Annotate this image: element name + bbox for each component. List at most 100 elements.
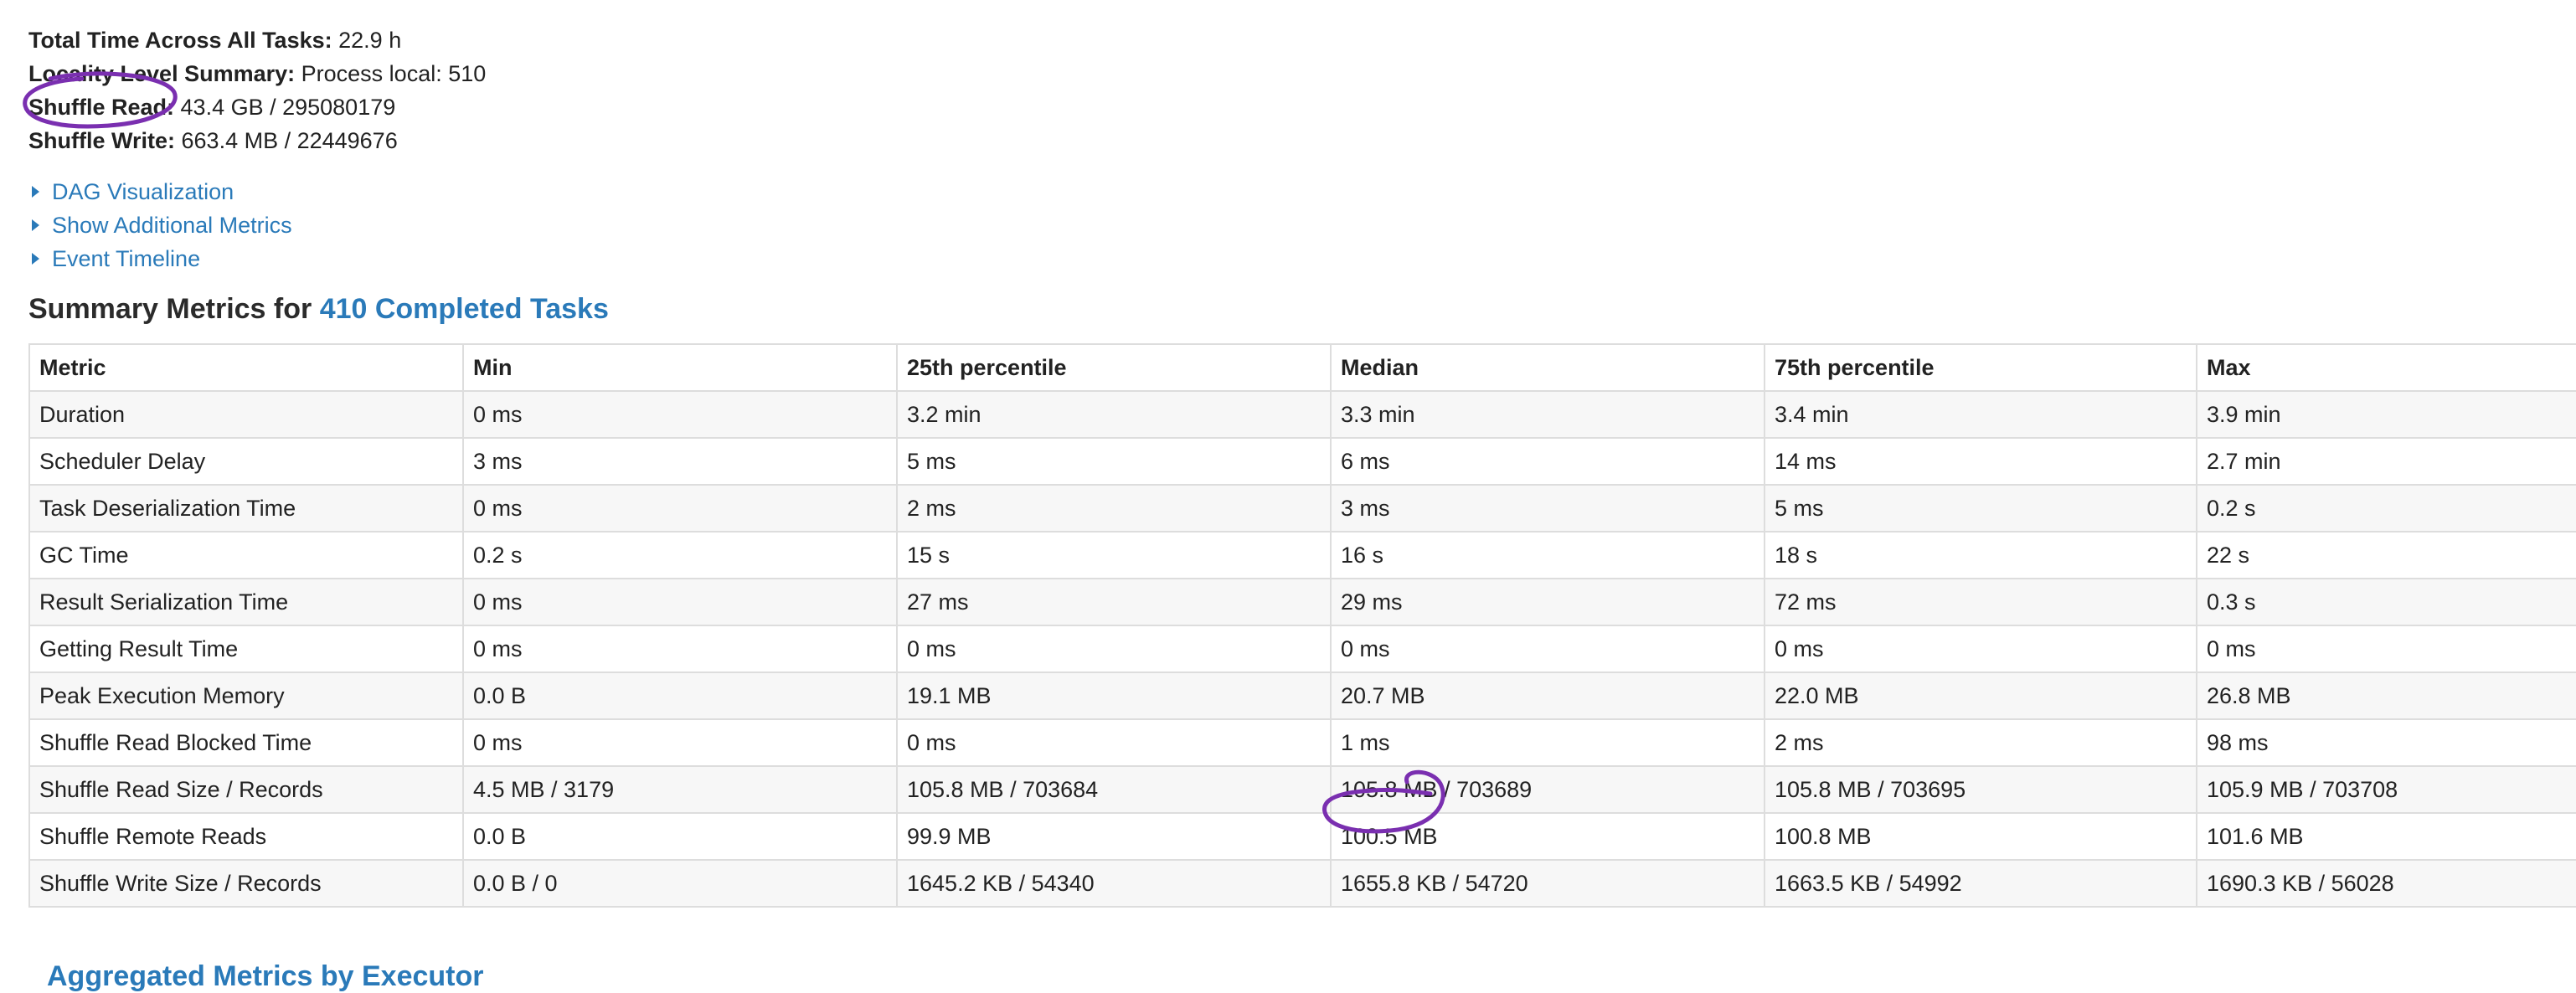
table-row: Shuffle Read Size / Records 4.5 MB / 3179… (28, 765, 2576, 814)
metric-name-cell: Peak Execution Memory (28, 671, 464, 720)
event-timeline-link[interactable]: Event Timeline (52, 242, 200, 275)
metric-value-cell: 3 ms (462, 437, 898, 486)
metric-value-cell: 0.2 s (462, 531, 898, 579)
summary-shuffle-read-value: 43.4 GB / 295080179 (180, 95, 396, 120)
metric-value-cell: 2.7 min (2196, 437, 2576, 486)
metric-value-cell: 15 s (896, 531, 1332, 579)
table-body: Duration 0 ms 3.2 min 3.3 min 3.4 min 3.9 min… (28, 390, 2576, 908)
metric-value-cell: 27 ms (896, 578, 1332, 626)
caret-right-icon (32, 219, 39, 231)
summary-shuffle-write: Shuffle Write: 663.4 MB / 22449676 (28, 124, 486, 157)
metric-name-cell: Shuffle Read Blocked Time (28, 718, 464, 767)
metric-value-cell: 0 ms (1330, 625, 1765, 673)
metric-value-cell: 19.1 MB (896, 671, 1332, 720)
metric-value-cell: 1663.5 KB / 54992 (1764, 859, 2197, 908)
additional-metrics-toggle[interactable]: Show Additional Metrics (28, 208, 292, 242)
event-timeline-toggle[interactable]: Event Timeline (28, 242, 292, 275)
metric-name-cell: Shuffle Read Size / Records (28, 765, 464, 814)
metric-value-cell: 0 ms (462, 578, 898, 626)
metric-name-cell: Shuffle Remote Reads (28, 812, 464, 861)
metric-name-cell: Result Serialization Time (28, 578, 464, 626)
metric-value-cell: 0.2 s (2196, 484, 2576, 533)
metric-value-cell: 0 ms (2196, 625, 2576, 673)
metric-value-cell: 0.0 B (462, 671, 898, 720)
metric-value-cell: 0 ms (462, 625, 898, 673)
table-row: Task Deserialization Time 0 ms 2 ms 3 ms 5 m… (28, 484, 2576, 533)
table-header-row: Metric Min 25th percentile Median 75th perce… (28, 343, 2576, 392)
metric-value-cell: 3.9 min (2196, 390, 2576, 439)
table-row: Result Serialization Time 0 ms 27 ms 29 ms 7… (28, 578, 2576, 626)
table-row: Shuffle Write Size / Records 0.0 B / 0 164… (28, 859, 2576, 908)
caret-right-icon (32, 253, 39, 265)
metric-value-cell: 101.6 MB (2196, 812, 2576, 861)
metric-value-cell: 0 ms (462, 484, 898, 533)
summary-total-time-label: Total Time Across All Tasks: (28, 28, 332, 53)
metric-value-cell: 14 ms (1764, 437, 2197, 486)
metric-value-cell: 6 ms (1330, 437, 1765, 486)
metric-value-cell: 5 ms (1764, 484, 2197, 533)
metric-value-cell: 0.0 B (462, 812, 898, 861)
metric-value-cell: 2 ms (896, 484, 1332, 533)
column-header[interactable]: 75th percentile (1764, 343, 2197, 392)
column-header[interactable]: 25th percentile (896, 343, 1332, 392)
additional-metrics-link[interactable]: Show Additional Metrics (52, 208, 292, 242)
stage-summary: Total Time Across All Tasks: 22.9 h Loca… (28, 23, 486, 157)
table-row: Shuffle Remote Reads 0.0 B 99.9 MB 100.5 MB… (28, 812, 2576, 861)
metric-value-cell: 0 ms (896, 625, 1332, 673)
dag-visualization-link[interactable]: DAG Visualization (52, 175, 234, 208)
completed-tasks-link[interactable]: 410 Completed Tasks (320, 293, 609, 325)
metric-name-cell: Getting Result Time (28, 625, 464, 673)
metric-value-cell: 99.9 MB (896, 812, 1332, 861)
table-row: GC Time 0.2 s 15 s 16 s 18 s 22 s (28, 531, 2576, 579)
metric-value-cell: 2 ms (1764, 718, 2197, 767)
summary-metrics-heading: Summary Metrics for 410 Completed Tasks (28, 288, 609, 330)
metric-value-cell: 18 s (1764, 531, 2197, 579)
metric-value-cell: 0 ms (462, 390, 898, 439)
metric-value-cell: 105.9 MB / 703708 (2196, 765, 2576, 814)
metric-value-cell: 3.2 min (896, 390, 1332, 439)
metric-value-cell: 26.8 MB (2196, 671, 2576, 720)
metric-value-cell: 22.0 MB (1764, 671, 2197, 720)
table-row: Scheduler Delay 3 ms 5 ms 6 ms 14 ms 2.7 min (28, 437, 2576, 486)
summary-metrics-heading-prefix: Summary Metrics for (28, 293, 312, 325)
metric-value-cell: 105.8 MB / 703695 (1764, 765, 2197, 814)
metric-name-cell: Shuffle Write Size / Records (28, 859, 464, 908)
metric-value-cell: 0 ms (462, 718, 898, 767)
summary-shuffle-write-value: 663.4 MB / 22449676 (181, 128, 398, 153)
metric-value-cell: 105.8 MB / 703689 (1330, 765, 1765, 814)
metric-value-cell: 0.0 B / 0 (462, 859, 898, 908)
metric-name-cell: Scheduler Delay (28, 437, 464, 486)
metric-name-cell: Task Deserialization Time (28, 484, 464, 533)
column-header[interactable]: Median (1330, 343, 1765, 392)
metric-value-cell: 100.8 MB (1764, 812, 2197, 861)
aggregated-metrics-link[interactable]: Aggregated Metrics by Executor (47, 960, 483, 993)
metric-value-cell: 3.3 min (1330, 390, 1765, 439)
metric-value-cell: 20.7 MB (1330, 671, 1765, 720)
summary-shuffle-read: Shuffle Read: 43.4 GB / 295080179 (28, 90, 486, 124)
summary-locality: Locality Level Summary: Process local: 5… (28, 57, 486, 90)
metric-value-cell: 98 ms (2196, 718, 2576, 767)
table-row: Getting Result Time 0 ms 0 ms 0 ms 0 ms 0 ms (28, 625, 2576, 673)
metric-value-cell: 4.5 MB / 3179 (462, 765, 898, 814)
metric-value-cell: 22 s (2196, 531, 2576, 579)
summary-total-time: Total Time Across All Tasks: 22.9 h (28, 23, 486, 57)
metric-value-cell: 72 ms (1764, 578, 2197, 626)
summary-shuffle-write-label: Shuffle Write: (28, 128, 175, 153)
expandable-links: DAG Visualization Show Additional Metric… (28, 175, 292, 275)
column-header[interactable]: Min (462, 343, 898, 392)
summary-total-time-value: 22.9 h (338, 28, 402, 53)
summary-locality-label: Locality Level Summary: (28, 61, 296, 86)
dag-visualization-toggle[interactable]: DAG Visualization (28, 175, 292, 208)
metric-value-cell: 3 ms (1330, 484, 1765, 533)
summary-metrics-table: Metric Min 25th percentile Median 75th perce… (28, 343, 2576, 908)
summary-locality-value: Process local: 510 (301, 61, 487, 86)
table-row: Duration 0 ms 3.2 min 3.3 min 3.4 min 3.9 min (28, 390, 2576, 439)
metric-value-cell: 5 ms (896, 437, 1332, 486)
metric-value-cell: 1690.3 KB / 56028 (2196, 859, 2576, 908)
metric-name-cell: GC Time (28, 531, 464, 579)
column-header[interactable]: Metric (28, 343, 464, 392)
caret-right-icon (32, 186, 39, 198)
column-header[interactable]: Max (2196, 343, 2576, 392)
metric-value-cell: 29 ms (1330, 578, 1765, 626)
metric-value-cell: 3.4 min (1764, 390, 2197, 439)
